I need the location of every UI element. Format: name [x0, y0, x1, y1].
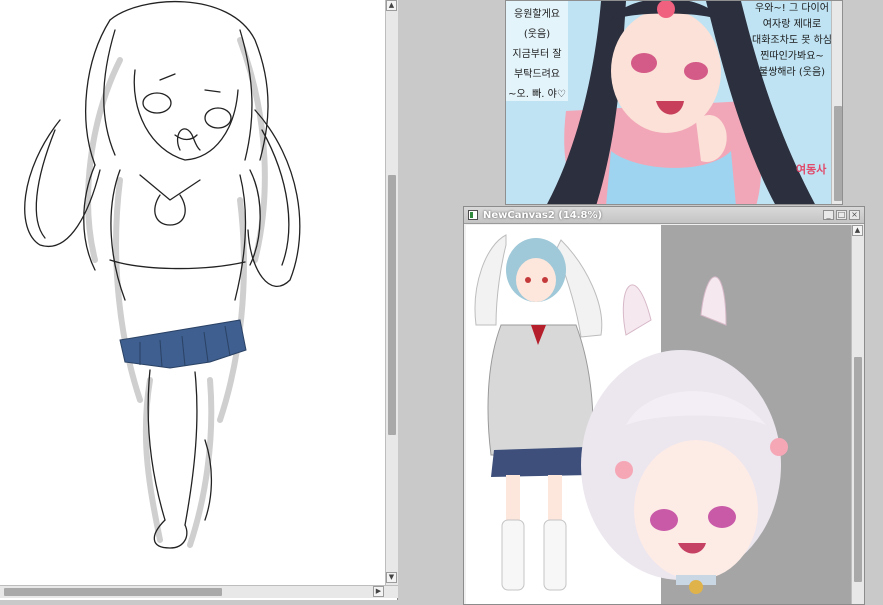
- ref-right-line-4: 찐따인가봐요~: [760, 51, 824, 62]
- close-glyph: ×: [851, 210, 858, 219]
- newcanvas2-window[interactable]: NewCanvas2 (14.8%) _ □ × ▲: [463, 206, 865, 605]
- scroll-right-icon[interactable]: ▶: [373, 586, 384, 597]
- newcanvas2-scroll-thumb[interactable]: [854, 357, 862, 582]
- scroll-right-glyph: ▶: [375, 587, 382, 595]
- sketch-canvas-window[interactable]: ▲ ▼ ▶: [0, 0, 398, 600]
- sketch-vertical-scrollbar[interactable]: ▲ ▼: [385, 0, 398, 585]
- ref-right-line-1: 우와~! 그 다이어: [755, 3, 829, 14]
- reference-vertical-scrollbar[interactable]: [831, 1, 842, 204]
- ref-line-1: 응원할게요: [514, 9, 560, 20]
- reference-speech-text-right: 우와~! 그 다이어 여자랑 제대로 대화조차도 못 하심 찐따인가봐요~ 불쌍…: [742, 1, 842, 81]
- line-sketch-image: [24, 0, 301, 549]
- minimize-icon[interactable]: _: [823, 210, 834, 220]
- window-title: NewCanvas2 (14.8%): [483, 209, 603, 221]
- character-white-bunny: [581, 276, 788, 594]
- newcanvas2-titlebar[interactable]: NewCanvas2 (14.8%) _ □ ×: [464, 207, 864, 224]
- close-icon[interactable]: ×: [849, 210, 860, 220]
- newcanvas2-illustration: [474, 234, 788, 594]
- ref-line-5: ~오. 빠. 야♡: [508, 89, 566, 100]
- newcanvas2-scroll-up-icon[interactable]: ▲: [852, 225, 863, 236]
- horizontal-scroll-thumb[interactable]: [4, 588, 222, 596]
- ref-right-line-2: 여자랑 제대로: [762, 19, 822, 30]
- maximize-glyph: □: [837, 210, 846, 219]
- nc-scroll-up-glyph: ▲: [854, 226, 861, 234]
- reference-image-window[interactable]: 응원할게요 (웃음) 지금부터 잘 부탁드려요 ~오. 빠. 야♡ 우와~! 그…: [505, 0, 843, 205]
- vertical-scroll-thumb[interactable]: [388, 175, 396, 435]
- newcanvas2-canvas[interactable]: [466, 225, 851, 604]
- newcanvas2-vertical-scrollbar[interactable]: ▲: [851, 225, 864, 604]
- ref-right-line-3: 대화조차도 못 하심: [752, 35, 832, 46]
- minimize-glyph: _: [826, 210, 831, 219]
- scroll-up-glyph: ▲: [388, 1, 395, 9]
- maximize-icon[interactable]: □: [836, 210, 847, 220]
- reference-speech-text-left: 응원할게요 (웃음) 지금부터 잘 부탁드려요 ~오. 빠. 야♡: [506, 1, 568, 101]
- sketch-canvas[interactable]: [0, 0, 385, 585]
- canvas-window-icon: [468, 210, 478, 220]
- scroll-up-icon[interactable]: ▲: [386, 0, 397, 11]
- scroll-down-icon[interactable]: ▼: [386, 572, 397, 583]
- ref-right-line-5: 불쌍해라 (웃음): [758, 67, 826, 78]
- reference-scroll-thumb[interactable]: [834, 106, 842, 201]
- ref-line-3: 지금부터 잘: [512, 49, 562, 60]
- ref-line-4: 부탁드려요: [514, 69, 560, 80]
- character-blue-hair: [474, 234, 603, 591]
- reference-corner-tag: 여동사: [796, 163, 827, 176]
- ref-line-2: (웃음): [523, 29, 551, 40]
- sketch-horizontal-scrollbar[interactable]: ▶: [0, 585, 398, 598]
- scroll-down-glyph: ▼: [388, 573, 395, 581]
